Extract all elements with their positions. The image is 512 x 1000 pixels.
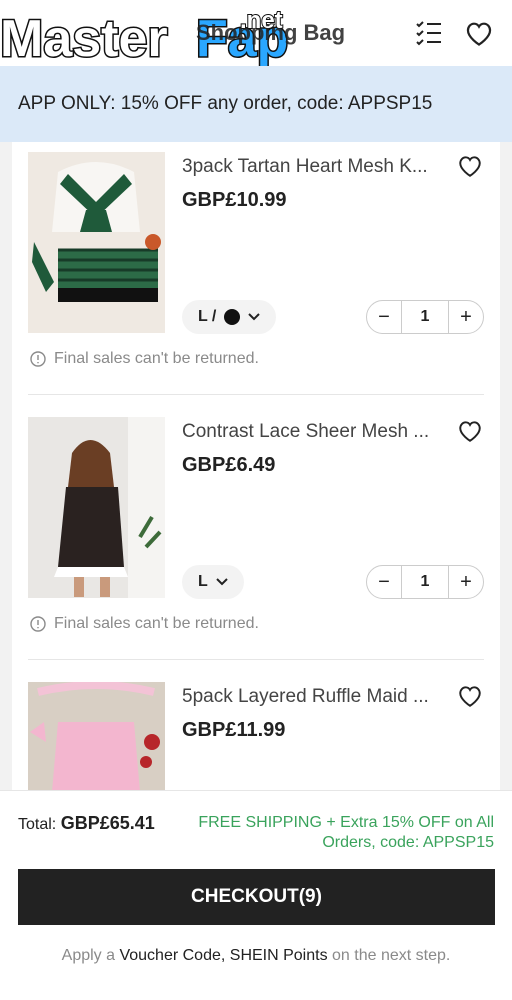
apply-suffix: on the next step. — [327, 947, 451, 964]
cart-item: 5pack Layered Ruffle Maid ... GBP£11.99 — [12, 659, 500, 790]
product-price: GBP£10.99 — [182, 189, 287, 211]
product-price: GBP£11.99 — [182, 719, 286, 741]
heart-icon[interactable] — [456, 152, 484, 180]
variant-label: L — [198, 573, 208, 590]
quantity-value[interactable]: 1 — [401, 301, 449, 333]
total-label: Total: — [18, 816, 57, 833]
product-image[interactable] — [28, 417, 165, 598]
total-amount: GBP£65.41 — [60, 813, 155, 833]
voucher-points-link[interactable]: Voucher Code, SHEIN Points — [119, 947, 327, 964]
product-price: GBP£6.49 — [182, 454, 276, 476]
increase-button[interactable]: + — [449, 301, 483, 333]
chevron-down-icon — [248, 313, 261, 321]
wishlist-icon[interactable] — [464, 18, 494, 48]
info-icon — [30, 351, 46, 367]
quantity-stepper: − 1 + — [366, 300, 484, 334]
apply-voucher-note: Apply a Voucher Code, SHEIN Points on th… — [0, 947, 512, 965]
variant-selector[interactable]: L — [182, 565, 244, 599]
final-sale-text: Final sales can't be returned. — [54, 615, 259, 632]
quantity-stepper: − 1 + — [366, 565, 484, 599]
heart-icon[interactable] — [456, 682, 484, 710]
checklist-icon[interactable] — [414, 18, 444, 48]
svg-text:Master: Master — [0, 10, 168, 66]
variant-selector[interactable]: L / — [182, 300, 277, 334]
color-swatch — [224, 309, 241, 325]
order-total: Total: GBP£65.41 — [18, 813, 155, 834]
promo-banner[interactable]: APP ONLY: 15% OFF any order, code: APPSP… — [0, 66, 512, 142]
shipping-promo: FREE SHIPPING + Extra 15% OFF on All Ord… — [194, 813, 494, 853]
header: Master Fap .net Shopping Bag — [0, 0, 512, 66]
increase-button[interactable]: + — [449, 566, 483, 598]
product-name[interactable]: 5pack Layered Ruffle Maid ... — [182, 686, 444, 708]
checkout-button[interactable]: CHECKOUT(9) — [18, 869, 495, 925]
page-title: Shopping Bag — [196, 20, 346, 45]
product-name[interactable]: Contrast Lace Sheer Mesh ... — [182, 421, 444, 443]
checkout-footer: Total: GBP£65.41 FREE SHIPPING + Extra 1… — [0, 790, 512, 1000]
product-name[interactable]: 3pack Tartan Heart Mesh K... — [182, 156, 444, 178]
cart-item: 3pack Tartan Heart Mesh K... GBP£10.99 L… — [12, 142, 500, 394]
shipping-promo-line: Orders, code: APPSP15 — [322, 834, 494, 851]
cart-list: 3pack Tartan Heart Mesh K... GBP£10.99 L… — [12, 142, 500, 790]
info-icon — [30, 616, 46, 632]
quantity-value[interactable]: 1 — [401, 566, 449, 598]
apply-prefix: Apply a — [61, 947, 120, 964]
variant-label: L / — [198, 308, 217, 325]
final-sale-text: Final sales can't be returned. — [54, 350, 259, 367]
decrease-button[interactable]: − — [367, 566, 401, 598]
shipping-promo-line: FREE SHIPPING + Extra 15% OFF on All — [198, 814, 494, 831]
chevron-down-icon — [216, 578, 228, 586]
cart-item: Contrast Lace Sheer Mesh ... GBP£6.49 L … — [12, 394, 500, 659]
final-sale-note: Final sales can't be returned. — [30, 615, 259, 633]
decrease-button[interactable]: − — [367, 301, 401, 333]
final-sale-note: Final sales can't be returned. — [30, 350, 259, 368]
heart-icon[interactable] — [456, 417, 484, 445]
product-image[interactable] — [28, 152, 165, 333]
product-image[interactable] — [28, 682, 165, 790]
